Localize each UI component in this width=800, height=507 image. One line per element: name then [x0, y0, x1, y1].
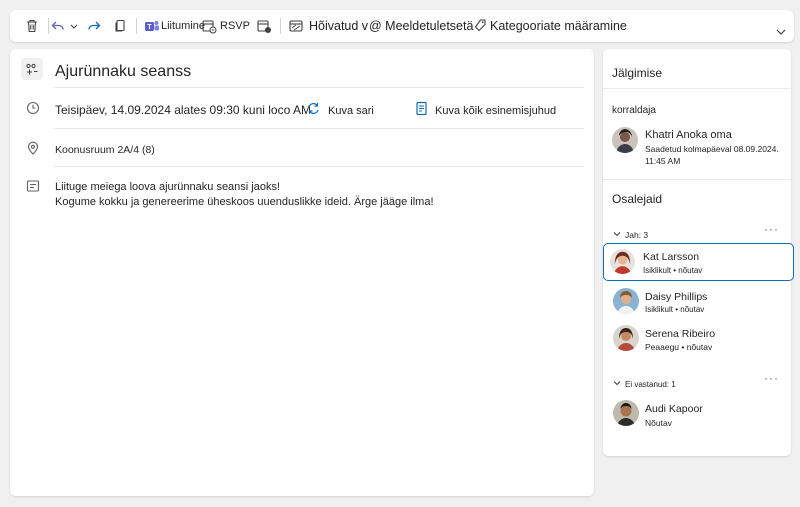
yes-group-more-button[interactable]: ··· [764, 222, 779, 236]
delete-icon[interactable] [24, 10, 40, 42]
no-response-group-more-button[interactable]: ··· [764, 371, 779, 385]
teams-join-button[interactable]: T Liitumine [144, 10, 205, 42]
yes-group-label: Jah: 3 [625, 230, 649, 240]
description-icon [26, 179, 40, 198]
event-datetime: Teisipäev, 14.09.2024 alates 09:30 kuni … [55, 103, 311, 117]
toolbar: T Liitumine RSVP Hõivatud v @ Meeldetule… [10, 10, 794, 42]
organizer-sent-line2: 11:45 AM [645, 156, 681, 166]
avatar[interactable] [610, 249, 635, 274]
reminder-button[interactable]: @ Meeldetuletsetä [369, 10, 473, 42]
tracking-title: Jälgimise [612, 66, 663, 80]
organizer-avatar[interactable] [612, 127, 638, 153]
reminder-label: @ Meeldetuletsetä [369, 19, 474, 33]
event-location: Koonusruum 2A/4 (8) [55, 144, 155, 156]
view-all-instances-link[interactable]: Kuva kõik esinemisjuhud [415, 101, 556, 121]
attendee-name: Daisy Phillips [645, 291, 708, 303]
avatar[interactable] [613, 400, 639, 426]
attendee-name: Serena Ribeiro [645, 328, 716, 340]
categorize-label: Kategooriate määramine [490, 19, 627, 33]
organizer-label: korraldaja [612, 105, 656, 116]
busy-status-icon [289, 19, 303, 33]
attendee-card-selected[interactable]: Kat Larsson Isiklikult • nõutav [603, 243, 794, 281]
yes-group-header[interactable]: Jah: 3 [612, 226, 648, 244]
organizer-sent-line1: Saadetud kolmapäeval 08.09.2024. [645, 144, 779, 154]
clock-icon [26, 101, 40, 120]
view-all-instances-label: Kuva kõik esinemisjuhud [435, 105, 557, 117]
no-response-group-header[interactable]: Ei vastanud: 1 [612, 375, 676, 393]
avatar[interactable] [613, 325, 639, 351]
busy-status-button[interactable]: Hõivatud v [289, 10, 368, 42]
attendee-status: Peaaegu • nõutav [645, 342, 713, 352]
document-icon [415, 101, 428, 121]
event-description-line2: Kogume kokku ja genereerime üheskoos uue… [55, 196, 434, 208]
reply-icon[interactable] [50, 10, 66, 42]
attendee-name: Kat Larsson [643, 251, 700, 263]
rsvp-button[interactable]: RSVP [201, 10, 250, 42]
location-icon [26, 141, 40, 160]
teams-icon: T [144, 18, 160, 34]
chevron-down-icon [612, 226, 622, 244]
busy-status-label: Hõivatud v [309, 19, 369, 33]
teams-join-label: Liitumine [161, 20, 206, 32]
event-description-line1: Liituge meiega loova ajurünnaku seansi j… [55, 181, 281, 193]
recurrence-icon [306, 101, 321, 121]
calendar-rsvp-icon [201, 18, 217, 34]
rsvp-label: RSVP [220, 20, 250, 32]
tag-icon [472, 18, 488, 34]
attendees-title: Osalejaid [612, 192, 663, 206]
chevron-down-icon[interactable] [69, 10, 79, 42]
forward-icon[interactable] [86, 10, 102, 42]
view-series-label: Kuva sari [328, 105, 374, 117]
expand-toolbar-chevron-icon[interactable] [775, 16, 787, 48]
categorize-button[interactable]: Kategooriate määramine [472, 10, 627, 42]
attendee-status: Isiklikult • nõutav [643, 266, 703, 275]
attendee-name: Audi Kapoor [645, 403, 703, 415]
event-details-panel: Ajurünnaku seanss Teisipäev, 14.09.2024 … [10, 49, 594, 496]
event-type-icon[interactable] [21, 58, 43, 80]
attendee-status: Nõutav [645, 418, 672, 428]
avatar[interactable] [613, 288, 639, 314]
no-response-group-label: Ei vastanud: 1 [625, 379, 676, 389]
calendar-options-icon[interactable] [256, 10, 272, 42]
chevron-down-icon [612, 375, 622, 393]
organizer-name: Khatri Anoka oma [645, 129, 732, 141]
svg-text:T: T [147, 24, 152, 31]
event-title: Ajurünnaku seanss [55, 63, 192, 80]
attendee-status: Isiklikult • nõutav [645, 305, 705, 314]
view-series-link[interactable]: Kuva sari [306, 101, 374, 121]
copy-icon[interactable] [112, 10, 128, 42]
